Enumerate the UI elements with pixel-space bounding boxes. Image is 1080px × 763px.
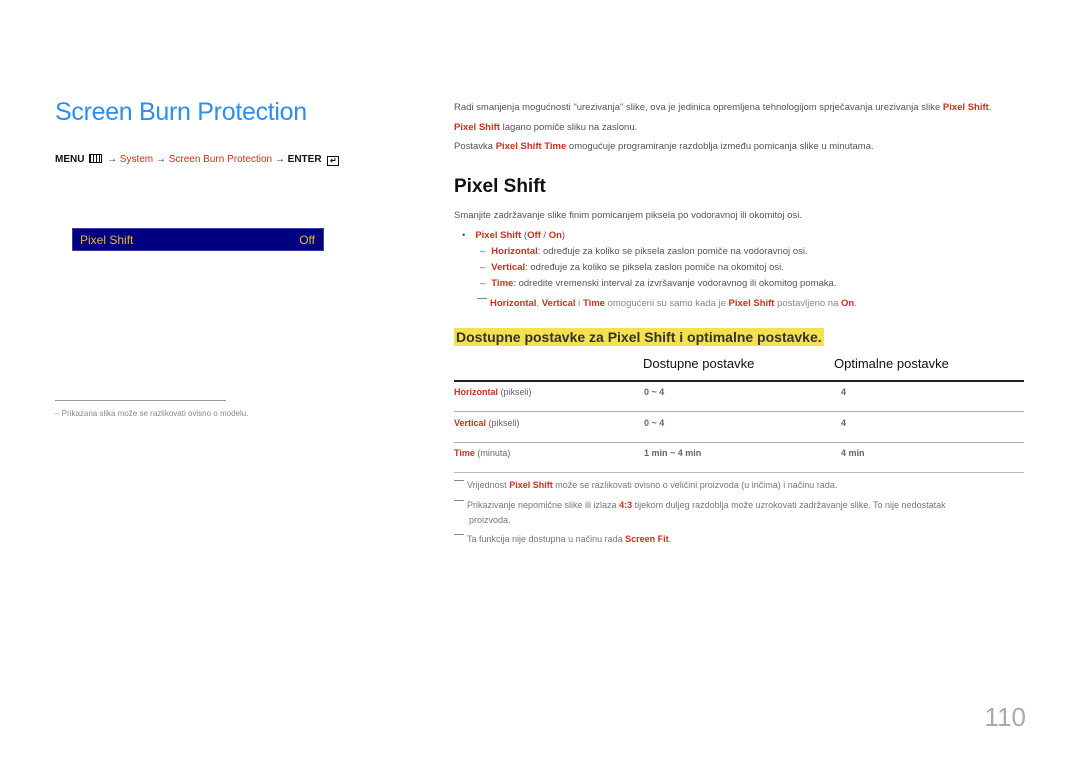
table-row-rule xyxy=(454,442,1024,443)
section-description: Smanjite zadržavanje slike finim pomican… xyxy=(454,210,802,221)
footnote-text: Prikazana slika može se razlikovati ovis… xyxy=(61,409,249,418)
note-term: Vertical xyxy=(541,298,576,309)
table-row-horizontal-name: Horizontal (pikseli) xyxy=(454,387,532,397)
path-screen-burn-protection: Screen Burn Protection xyxy=(168,154,273,165)
table-row-time-available: 1 min ~ 4 min xyxy=(644,448,702,458)
note-term: Screen Fit xyxy=(625,534,669,544)
note-dash-icon xyxy=(477,298,487,299)
table-row-time-optimal: 4 min xyxy=(841,448,865,458)
column-header-optimal: Optimalne postavke xyxy=(834,356,949,371)
note-text: i xyxy=(575,298,583,309)
menu-path: MENU → System → Screen Burn Protection →… xyxy=(55,154,340,166)
dash-icon: – xyxy=(480,278,486,289)
intro-text: omogućuje programiranje razdoblja između… xyxy=(566,141,874,152)
intro-text: Radi smanjenja mogućnosti "urezivanja" s… xyxy=(454,102,943,113)
arrow: → xyxy=(155,154,166,165)
row-term: Vertical xyxy=(454,418,487,428)
note-term: Time xyxy=(582,298,605,309)
note-text: tijekom duljeg razdoblja može uzrokovati… xyxy=(632,500,946,510)
path-system: System xyxy=(119,154,154,165)
intro-term: Pixel Shift xyxy=(454,122,500,133)
note-1: Vrijednost Pixel Shift može se razlikova… xyxy=(454,480,837,490)
note-term: Pixel Shift xyxy=(728,298,775,309)
sub-item-term: Horizontal xyxy=(491,246,538,257)
table-row-horizontal-optimal: 4 xyxy=(841,387,847,397)
intro-line-3: Postavka Pixel Shift Time omogućuje prog… xyxy=(454,141,874,152)
note-2-continued: proizvoda. xyxy=(469,515,511,525)
arrow: → xyxy=(107,154,118,165)
table-bottom-rule xyxy=(454,472,1024,473)
section-note: Horizontal, Vertical i Time omogućeni su… xyxy=(477,298,857,309)
sub-item-term: Time xyxy=(491,278,514,289)
note-text: postavljeno na xyxy=(774,298,842,309)
row-term: Horizontal xyxy=(454,387,498,397)
intro-text: Postavka xyxy=(454,141,496,152)
note-text: Vrijednost xyxy=(467,480,510,490)
enter-icon: ↵ xyxy=(327,156,340,166)
note-dash-icon xyxy=(454,534,464,535)
sub-item-text: : odredite vremenski interval za izvršav… xyxy=(513,278,837,289)
sub-item-text: : određuje za koliko se piksela zaslon p… xyxy=(537,246,808,257)
note-term: Pixel Shift xyxy=(509,480,553,490)
note-text: Ta funkcija nije dostupna u načinu rada xyxy=(467,534,626,544)
dash-icon: – xyxy=(480,246,486,257)
note-text: omogućeni su samo kada je xyxy=(604,298,729,309)
table-row-rule xyxy=(454,411,1024,412)
bullet-icon: • xyxy=(462,230,466,241)
section-heading: Pixel Shift xyxy=(454,176,546,197)
table-row-time-name: Time (minuta) xyxy=(454,448,510,458)
intro-text: . xyxy=(988,102,992,113)
column-header-available: Dostupne postavke xyxy=(643,356,755,371)
page-title: Screen Burn Protection xyxy=(55,98,307,126)
dash-icon: – xyxy=(480,262,486,273)
row-unit: (minuta) xyxy=(474,448,511,458)
intro-text: lagano pomiče sliku na zaslonu. xyxy=(499,122,638,133)
option-on: On xyxy=(548,230,562,241)
note-3: Ta funkcija nije dostupna u načinu rada … xyxy=(454,534,671,544)
menu-icon xyxy=(89,154,103,163)
bullet-term: Pixel Shift xyxy=(475,230,522,241)
sub-item-vertical: – Vertical: određuje za koliko se piksela… xyxy=(480,262,784,273)
footnote-divider xyxy=(55,400,226,401)
sub-item-text: : određuje za koliko se piksela zaslon p… xyxy=(525,262,784,273)
enter-label: ENTER xyxy=(287,154,322,165)
row-unit: (pikseli) xyxy=(486,418,520,428)
table-row-vertical-available: 0 ~ 4 xyxy=(644,418,665,428)
osd-item-label: Pixel Shift xyxy=(80,233,134,247)
bullet-pixel-shift: • Pixel Shift (Off / On) xyxy=(462,230,566,241)
sub-item-term: Vertical xyxy=(491,262,526,273)
sub-item-time: – Time: odredite vremenski interval za iz… xyxy=(480,278,836,289)
note-dash-icon xyxy=(454,480,464,481)
table-row-horizontal-available: 0 ~ 4 xyxy=(644,387,665,397)
note-text: . xyxy=(668,534,672,544)
intro-line-1: Radi smanjenja mogućnosti "urezivanja" s… xyxy=(454,102,991,113)
intro-term: Pixel Shift xyxy=(942,102,989,113)
note-dash-icon xyxy=(454,500,464,501)
note-term: 4:3 xyxy=(619,500,633,510)
sub-item-horizontal: – Horizontal: određuje za koliko se pikse… xyxy=(480,246,808,257)
row-unit: (pikseli) xyxy=(498,387,532,397)
table-heading: Dostupne postavke za Pixel Shift i optim… xyxy=(454,328,824,346)
table-row-vertical-optimal: 4 xyxy=(841,418,847,428)
intro-line-2: Pixel Shift lagano pomiče sliku na zaslo… xyxy=(454,122,637,133)
menu-label: MENU xyxy=(55,154,85,165)
note-term: Horizontal xyxy=(490,298,537,309)
note-term: On xyxy=(841,298,855,309)
arrow: → xyxy=(274,154,285,165)
table-row-vertical-name: Vertical (pikseli) xyxy=(454,418,520,428)
osd-item-value: Off xyxy=(299,233,315,247)
note-text: Prikazivanje nepomične slike ili izlaza xyxy=(467,500,620,510)
footnote: – Prikazana slika može se razlikovati ov… xyxy=(55,409,249,418)
note-text: može se razlikovati ovisno o veličini pr… xyxy=(552,480,838,490)
option-off: Off xyxy=(527,230,541,241)
note-2: Prikazivanje nepomične slike ili izlaza … xyxy=(454,500,946,510)
intro-term: Pixel Shift Time xyxy=(495,141,567,152)
table-header-rule xyxy=(454,380,1024,382)
row-term: Time xyxy=(454,448,475,458)
osd-menu-item-pixel-shift[interactable]: Pixel Shift Off xyxy=(72,228,324,251)
page-number: 110 xyxy=(984,702,1026,732)
